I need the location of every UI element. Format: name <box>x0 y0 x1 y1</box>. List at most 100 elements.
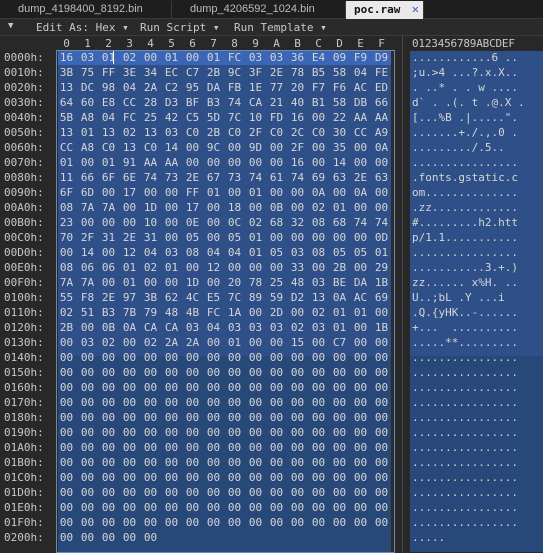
hex-byte[interactable]: 00 <box>245 501 266 515</box>
hex-byte[interactable]: 5B <box>56 111 77 125</box>
hex-byte[interactable]: 3F <box>245 66 266 80</box>
hex-byte[interactable]: 03 <box>308 321 329 335</box>
hex-byte[interactable]: 00 <box>287 351 308 365</box>
hex-byte[interactable]: 01 <box>203 186 224 200</box>
hex-byte[interactable]: 00 <box>203 201 224 215</box>
ascii-text[interactable]: ................ <box>412 411 518 425</box>
hex-byte[interactable]: C7 <box>182 66 203 80</box>
hex-byte[interactable]: 00 <box>350 441 371 455</box>
hex-byte[interactable]: FC <box>119 111 140 125</box>
hex-byte[interactable]: 00 <box>140 276 161 290</box>
hex-byte[interactable]: 00 <box>182 381 203 395</box>
ascii-text[interactable]: ................ <box>412 501 518 515</box>
hex-byte[interactable]: 01 <box>77 126 98 140</box>
hex-byte[interactable]: DB <box>350 96 371 110</box>
hex-byte[interactable]: 00 <box>329 516 350 530</box>
hex-byte[interactable]: 00 <box>329 471 350 485</box>
hex-byte[interactable]: 00 <box>56 516 77 530</box>
hex-byte[interactable]: 06 <box>77 261 98 275</box>
hex-byte[interactable]: 02 <box>119 51 140 65</box>
hex-byte[interactable]: 00 <box>350 471 371 485</box>
hex-byte[interactable]: 00 <box>266 396 287 410</box>
hex-byte[interactable]: 48 <box>287 276 308 290</box>
hex-byte[interactable]: 2C <box>287 126 308 140</box>
hex-byte[interactable]: 78 <box>287 66 308 80</box>
hex-byte[interactable]: 00 <box>77 396 98 410</box>
hex-byte[interactable]: 00 <box>245 426 266 440</box>
hex-byte[interactable]: 25 <box>266 276 287 290</box>
hex-byte[interactable]: 00 <box>77 456 98 470</box>
hex-byte[interactable]: 00 <box>245 381 266 395</box>
hex-byte[interactable]: 00 <box>203 396 224 410</box>
hex-byte[interactable]: 02 <box>140 261 161 275</box>
hex-byte[interactable]: C0 <box>98 141 119 155</box>
hex-byte[interactable]: 00 <box>371 156 392 170</box>
hex-byte[interactable]: 00 <box>371 381 392 395</box>
close-icon[interactable]: ✕ <box>412 1 419 18</box>
hex-byte[interactable]: 00 <box>371 351 392 365</box>
hex-byte[interactable]: 00 <box>329 456 350 470</box>
hex-byte[interactable]: 2B <box>329 261 350 275</box>
hex-byte[interactable]: 00 <box>140 531 161 545</box>
hex-byte[interactable]: 01 <box>371 246 392 260</box>
hex-byte[interactable]: 00 <box>329 411 350 425</box>
hex-byte[interactable]: 03 <box>308 276 329 290</box>
hex-byte[interactable]: AA <box>161 156 182 170</box>
hex-byte[interactable]: 35 <box>329 141 350 155</box>
hex-byte[interactable]: 29 <box>371 261 392 275</box>
hex-byte[interactable]: CA <box>161 321 182 335</box>
hex-byte[interactable]: 21 <box>266 96 287 110</box>
hex-byte[interactable]: 11 <box>56 171 77 185</box>
hex-byte[interactable]: 03 <box>266 51 287 65</box>
hex-byte[interactable]: 00 <box>98 471 119 485</box>
hex-byte[interactable]: 00 <box>77 516 98 530</box>
hex-byte[interactable]: C0 <box>182 126 203 140</box>
hex-byte[interactable]: 00 <box>119 486 140 500</box>
hex-byte[interactable]: 00 <box>182 456 203 470</box>
hex-byte[interactable]: 00 <box>266 471 287 485</box>
hex-byte[interactable]: 08 <box>56 261 77 275</box>
hex-byte[interactable]: 00 <box>182 141 203 155</box>
hex-byte[interactable]: 00 <box>56 456 77 470</box>
hex-byte[interactable]: 0B <box>266 201 287 215</box>
hex-byte[interactable]: 00 <box>161 351 182 365</box>
ascii-text[interactable]: ................ <box>412 456 518 470</box>
hex-byte[interactable]: 00 <box>161 456 182 470</box>
hex-byte[interactable]: 67 <box>203 171 224 185</box>
hex-byte[interactable]: 20 <box>287 81 308 95</box>
hex-byte[interactable]: 00 <box>371 471 392 485</box>
hex-byte[interactable]: 04 <box>203 321 224 335</box>
hex-byte[interactable]: 32 <box>287 216 308 230</box>
hex-byte[interactable]: 2E <box>119 231 140 245</box>
hex-byte[interactable]: CA <box>140 321 161 335</box>
hex-byte[interactable]: 2B <box>203 126 224 140</box>
hex-byte[interactable]: 14 <box>161 141 182 155</box>
hex-byte[interactable]: 00 <box>182 426 203 440</box>
hex-byte[interactable]: 03 <box>161 246 182 260</box>
hex-byte[interactable]: 0B <box>98 321 119 335</box>
hex-byte[interactable]: 00 <box>329 351 350 365</box>
hex-byte[interactable]: 0E <box>182 216 203 230</box>
hex-byte[interactable]: 14 <box>77 246 98 260</box>
hex-byte[interactable]: 00 <box>308 441 329 455</box>
hex-byte[interactable]: 00 <box>224 501 245 515</box>
hex-byte[interactable]: A8 <box>77 141 98 155</box>
ascii-text[interactable]: .Q.{yHK..-...... <box>412 306 518 320</box>
hex-byte[interactable]: 17 <box>182 201 203 215</box>
hex-byte[interactable]: 00 <box>350 411 371 425</box>
hex-byte[interactable]: 01 <box>329 201 350 215</box>
hex-byte[interactable]: 3B <box>56 66 77 80</box>
hex-byte[interactable]: C2 <box>161 81 182 95</box>
hex-byte[interactable]: 03 <box>77 51 98 65</box>
hex-byte[interactable]: 00 <box>161 366 182 380</box>
hex-byte[interactable]: 03 <box>266 321 287 335</box>
hex-byte[interactable]: 00 <box>140 366 161 380</box>
hex-byte[interactable]: 59 <box>266 291 287 305</box>
hex-byte[interactable]: FC <box>203 306 224 320</box>
hex-byte[interactable]: 08 <box>308 246 329 260</box>
hex-byte[interactable]: 00 <box>77 381 98 395</box>
hex-byte[interactable]: 02 <box>308 201 329 215</box>
hex-byte[interactable]: 00 <box>161 201 182 215</box>
hex-byte[interactable]: 98 <box>98 81 119 95</box>
hex-byte[interactable]: CC <box>119 96 140 110</box>
